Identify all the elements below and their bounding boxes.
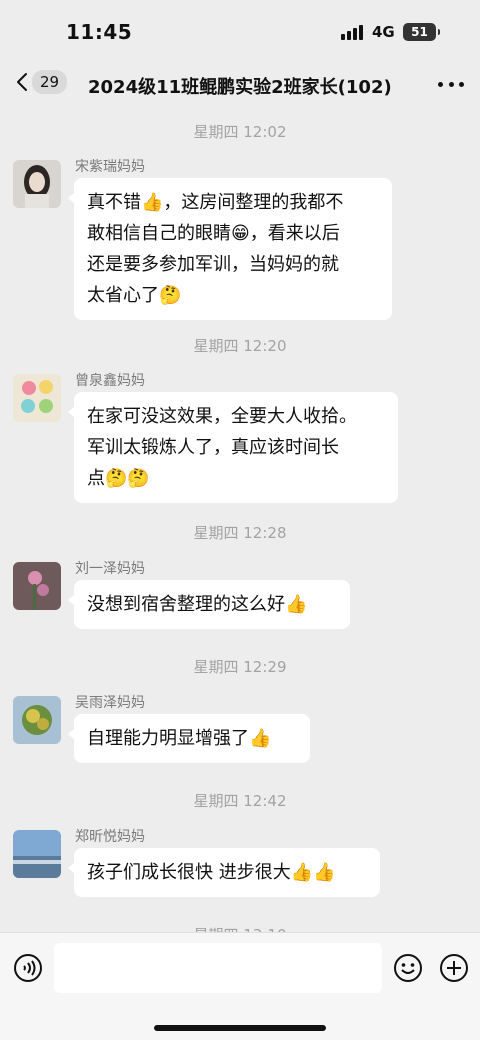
unread-badge: 29	[32, 70, 68, 94]
message-timestamp: 星期四 12:20	[193, 337, 287, 355]
home-indicator	[154, 1025, 326, 1031]
avatar[interactable]	[13, 830, 61, 878]
message-line: 真不错👍，这房间整理的我都不	[87, 192, 344, 213]
sender-name: 宋紫瑞妈妈	[75, 159, 145, 175]
status-bar: 11:45 4G 51	[0, 0, 480, 62]
battery-icon: 51	[403, 23, 440, 41]
avatar[interactable]	[13, 562, 61, 610]
input-bar	[0, 932, 480, 1040]
avatar[interactable]	[13, 374, 61, 422]
message-bubble[interactable]: 孩子们成长很快 进步很大👍👍	[68, 848, 380, 897]
emoji-button[interactable]	[393, 953, 423, 983]
chat-header: 29 2024级11班鲲鹏实验2班家长(102)	[0, 62, 480, 108]
message-line: 孩子们成长很快 进步很大👍👍	[87, 862, 336, 883]
chat-title: 2024级11班鲲鹏实验2班家长(102)	[88, 77, 392, 98]
message-line: 没想到宿舍整理的这么好👍	[87, 594, 308, 615]
plus-icon	[440, 954, 468, 982]
voice-icon	[14, 954, 42, 982]
sender-name: 郑昕悦妈妈	[75, 829, 145, 845]
sender-name: 刘一泽妈妈	[75, 561, 145, 577]
message-timestamp: 星期四 12:29	[193, 658, 287, 676]
message-line: 还是要多参加军训，当妈妈的就	[87, 254, 339, 275]
message-line: 自理能力明显增强了👍	[87, 728, 272, 749]
emoji-icon	[394, 954, 422, 982]
message-timestamp: 星期四 12:02	[193, 123, 287, 141]
message-line: 太省心了🤔	[87, 285, 182, 306]
message-line: 敢相信自己的眼睛😁，看来以后	[87, 223, 340, 244]
chevron-left-icon	[17, 73, 27, 91]
voice-button[interactable]	[13, 953, 43, 983]
avatar[interactable]	[13, 160, 61, 208]
message-line: 点🤔🤔	[87, 468, 150, 489]
message-bubble[interactable]: 在家可没这效果，全要大人收拾。 军训太锻炼人了，真应该时间长 点🤔🤔	[68, 392, 398, 503]
plus-button[interactable]	[439, 953, 469, 983]
more-dots-icon	[438, 81, 443, 87]
message-bubble[interactable]: 自理能力明显增强了👍	[68, 714, 310, 763]
network-label: 4G	[372, 23, 395, 41]
back-button[interactable]: 29	[16, 70, 68, 94]
message-timestamp: 星期四 12:28	[193, 524, 287, 542]
message-bubble[interactable]: 没想到宿舍整理的这么好👍	[68, 580, 350, 629]
sender-name: 曾泉鑫妈妈	[75, 373, 145, 389]
message-line: 在家可没这效果，全要大人收拾。	[87, 406, 357, 427]
message-line: 军训太锻炼人了，真应该时间长	[87, 437, 339, 458]
signal-icon	[341, 25, 365, 40]
message-input[interactable]	[54, 943, 382, 993]
sender-name: 吴雨泽妈妈	[75, 695, 145, 711]
message-timestamp: 星期四 12:42	[193, 792, 287, 810]
avatar[interactable]	[13, 696, 61, 744]
status-time: 11:45	[66, 20, 133, 44]
message-bubble[interactable]: 真不错👍，这房间整理的我都不 敢相信自己的眼睛😁，看来以后 还是要多参加军训，当…	[68, 178, 392, 320]
more-button[interactable]	[438, 74, 464, 94]
